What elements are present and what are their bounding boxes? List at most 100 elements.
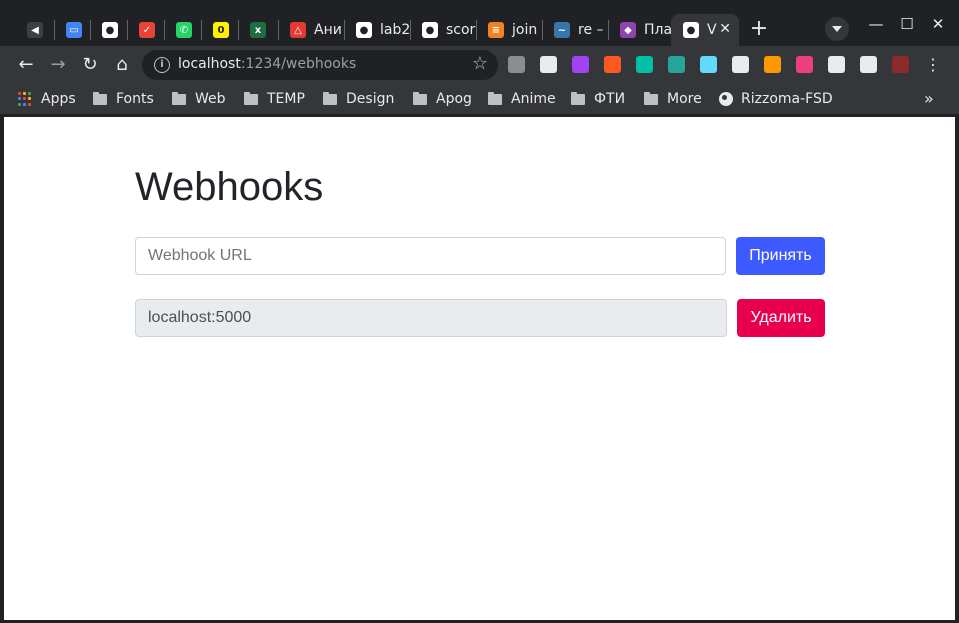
- folder-icon: [571, 91, 585, 105]
- reload-button[interactable]: ↻: [79, 54, 101, 76]
- chevron-down-icon: [832, 26, 842, 32]
- bookmark-temp[interactable]: TEMP: [244, 89, 305, 109]
- tab[interactable]: ● scor: [410, 14, 476, 46]
- tab-title: re –: [578, 22, 604, 38]
- bookmark-label: Apps: [41, 91, 76, 107]
- tab-title: scor: [446, 22, 476, 38]
- tab-search-button[interactable]: [825, 17, 849, 41]
- bookmarks-overflow-icon[interactable]: »: [924, 89, 934, 108]
- tab-title: Ани: [314, 22, 342, 38]
- tab[interactable]: ▭: [54, 14, 90, 46]
- tab[interactable]: ~ re –: [542, 14, 608, 46]
- close-window-button[interactable]: ✕: [928, 14, 948, 34]
- tab-favicon-icon: ◀: [27, 22, 43, 38]
- bookmark-rizzoma-fsd[interactable]: Rizzoma-FSD: [719, 89, 833, 109]
- bookmark-apog[interactable]: Apog: [413, 89, 472, 109]
- folder-icon: [488, 91, 502, 105]
- bookmark-anime[interactable]: Anime: [488, 89, 556, 109]
- extension-icon[interactable]: [828, 56, 845, 73]
- tab[interactable]: △ Ани: [278, 14, 344, 46]
- bookmark-label: Design: [346, 91, 395, 107]
- extension-icon[interactable]: [508, 56, 525, 73]
- extension-icon[interactable]: [796, 56, 813, 73]
- globe-icon: [719, 92, 733, 106]
- maximize-button[interactable]: ☐: [897, 14, 917, 34]
- extension-icon[interactable]: [732, 56, 749, 73]
- tab-favicon-icon: ✓: [139, 22, 155, 38]
- extension-icon[interactable]: [540, 56, 557, 73]
- tab-title: lab2: [380, 22, 410, 38]
- tab-favicon-icon: △: [290, 22, 306, 38]
- extension-icon[interactable]: [668, 56, 685, 73]
- tab-title: join: [512, 22, 538, 38]
- bookmarks-bar: » Apps Fonts Web TEMP Design Apog Anime ФТИ More…: [0, 84, 959, 114]
- address-path: :1234/webhooks: [240, 56, 357, 72]
- bookmark-more[interactable]: More: [644, 89, 702, 109]
- tab-favicon-icon: ≡: [488, 22, 504, 38]
- address-url[interactable]: localhost:1234/webhooks: [178, 56, 356, 72]
- accept-button[interactable]: Принять: [736, 237, 825, 275]
- folder-icon: [93, 91, 107, 105]
- bookmark-design[interactable]: Design: [323, 89, 394, 109]
- tab[interactable]: ≡ join: [476, 14, 542, 46]
- delete-button[interactable]: Удалить: [737, 299, 825, 337]
- tab[interactable]: ✆: [164, 14, 201, 46]
- apps-icon: [18, 92, 32, 106]
- bookmark-fonts[interactable]: Fonts: [93, 89, 154, 109]
- menu-icon[interactable]: ⋮: [922, 54, 944, 76]
- site-info-icon[interactable]: i: [154, 57, 170, 73]
- page-title: Webhooks: [135, 165, 324, 209]
- folder-icon: [323, 91, 337, 105]
- extension-icon[interactable]: [636, 56, 653, 73]
- address-bar[interactable]: i localhost:1234/webhooks ☆: [142, 50, 498, 80]
- close-tab-icon[interactable]: ✕: [719, 21, 731, 37]
- tab[interactable]: ◆ Пла: [608, 14, 671, 46]
- tab-favicon-icon: x: [250, 22, 266, 38]
- home-button[interactable]: ⌂: [111, 54, 133, 76]
- tab[interactable]: ✓: [127, 14, 164, 46]
- tab-active[interactable]: ● V ✕: [671, 14, 739, 46]
- extension-icon[interactable]: [764, 56, 781, 73]
- bookmark-фти[interactable]: ФТИ: [571, 89, 625, 109]
- bookmark-web[interactable]: Web: [172, 89, 226, 109]
- address-host: localhost: [178, 56, 241, 72]
- back-button[interactable]: ←: [15, 54, 37, 76]
- extension-icon[interactable]: [604, 56, 621, 73]
- browser-window: ◀ ▭ ● ✓ ✆ 0 x △ Ани ● lab2 ● scor ≡ join ~ re – ◆ Пла ● V ✕ +…: [0, 0, 959, 623]
- extension-icon[interactable]: [892, 56, 909, 73]
- bookmark-star-icon[interactable]: ☆: [472, 53, 488, 74]
- webhook-url-field: [135, 299, 727, 337]
- tab-favicon-icon: ~: [554, 22, 570, 38]
- minimize-button[interactable]: —: [866, 14, 886, 34]
- tab[interactable]: ◀: [15, 14, 54, 46]
- tab[interactable]: ●: [90, 14, 127, 46]
- tab-favicon-icon: ●: [422, 22, 438, 38]
- bookmark-label: More: [667, 91, 702, 107]
- bookmark-label: Fonts: [116, 91, 154, 107]
- tab-strip: ◀ ▭ ● ✓ ✆ 0 x △ Ани ● lab2 ● scor ≡ join ~ re – ◆ Пла ● V ✕: [0, 0, 959, 46]
- extension-icon[interactable]: [572, 56, 589, 73]
- browser-toolbar: ← → ↻ ⌂ i localhost:1234/webhooks ☆ ⋮: [0, 46, 959, 84]
- extension-icon[interactable]: [700, 56, 717, 73]
- tab[interactable]: 0: [201, 14, 238, 46]
- tab-favicon-icon: ●: [683, 22, 699, 38]
- extension-icon[interactable]: [860, 56, 877, 73]
- bookmark-label: Rizzoma-FSD: [741, 91, 833, 107]
- tab-title: Пла: [644, 22, 671, 38]
- folder-icon: [172, 91, 186, 105]
- bookmark-apps[interactable]: Apps: [18, 89, 76, 109]
- bookmark-label: ФТИ: [594, 91, 626, 107]
- bookmark-label: TEMP: [267, 91, 305, 107]
- folder-icon: [644, 91, 658, 105]
- webhook-url-input[interactable]: [135, 237, 726, 275]
- new-tab-button[interactable]: +: [747, 18, 771, 42]
- tab-favicon-icon: ●: [356, 22, 372, 38]
- tab[interactable]: ● lab2: [344, 14, 410, 46]
- tab[interactable]: x: [238, 14, 278, 46]
- bookmark-label: Anime: [511, 91, 556, 107]
- tab-favicon-icon: 0: [213, 22, 229, 38]
- tab-favicon-icon: ▭: [66, 22, 82, 38]
- tab-favicon-icon: ◆: [620, 22, 636, 38]
- forward-button[interactable]: →: [47, 54, 69, 76]
- bookmark-label: Web: [195, 91, 226, 107]
